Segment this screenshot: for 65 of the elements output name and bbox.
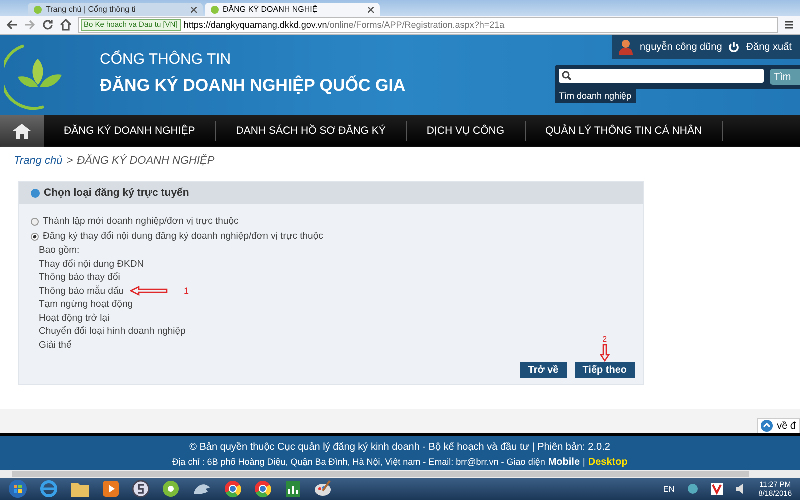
browser-round-icon[interactable] (224, 480, 242, 498)
start-orb-icon[interactable] (8, 479, 28, 499)
back-arrow-icon[interactable] (6, 19, 18, 31)
annotation-arrow (600, 344, 610, 362)
included-item: Tạm ngừng hoạt động (39, 298, 134, 312)
nav-menu-item[interactable]: ĐĂNG KÝ DOANH NGHIỆP (44, 125, 216, 137)
chart-document-icon[interactable] (284, 480, 302, 498)
home-icon (12, 123, 32, 139)
logout-link[interactable]: Đăng xuất (746, 42, 792, 52)
user-name[interactable]: nguyễn công dũng (640, 42, 722, 52)
browser-tab[interactable]: Trang chủ | Cổng thông ti (28, 3, 203, 16)
search-field[interactable] (559, 69, 764, 83)
annotation-arrow (130, 286, 170, 296)
close-icon[interactable] (191, 6, 197, 12)
search-hint: Tìm doanh nghiệp (555, 89, 636, 103)
radio-button[interactable] (31, 232, 39, 240)
annotation-number: 2 (602, 336, 608, 344)
reload-icon[interactable] (42, 19, 54, 31)
included-item: Giải thể (39, 338, 72, 352)
home-icon[interactable] (60, 19, 72, 31)
breadcrumb-link[interactable]: Trang chủ (14, 155, 63, 167)
copyright-text: © Bản quyền thuộc Cục quản lý đăng ký kinh doanh - Bộ kế hoạch và đầu tư | Phiên bản: 2.0.2 (188, 442, 612, 454)
included-item: Hoạt động trở lại (39, 312, 110, 325)
portal-subtitle: CỔNG THÔNG TIN (100, 51, 232, 68)
back-to-top-link[interactable]: về đ (757, 418, 800, 434)
included-item: Thông báo thay đổi (39, 271, 120, 284)
included-item: Chuyển đổi loại hình doanh nghiệp (39, 325, 186, 338)
v-logo-icon[interactable] (710, 483, 723, 495)
url-text: https://dangkyquamang.dkkd.gov.vn/online/Forms/APP/Registration.aspx?h=21a (184, 20, 505, 30)
link-divider: | (583, 457, 586, 467)
breadcrumb-current: ĐĂNG KÝ DOANH NGHIỆP (77, 155, 215, 167)
play-icon[interactable] (102, 480, 120, 498)
menu-icon[interactable] (784, 20, 794, 30)
nav-menu-item[interactable]: DỊCH VỤ CÔNG (406, 125, 524, 137)
paint-palette-icon[interactable] (314, 480, 332, 498)
panel-title: Chọn loại đăng ký trực tuyến (44, 187, 190, 199)
option-label[interactable]: Đăng ký thay đổi nội dung đăng ký doanh nghiệp/đơn vị trực thuộc (43, 231, 324, 242)
address-text: Địa chỉ : 6B phố Hoàng Diệu, Quận Ba Đình, Hà Nội, Việt nam - Email: brr@brr.vn - Giao diện (172, 457, 546, 467)
search-icon (562, 71, 572, 81)
horizontal-scrollbar[interactable] (0, 470, 800, 478)
nav-menu-item[interactable]: QUẢN LÝ THÔNG TIN CÁ NHÂN (526, 125, 722, 137)
includes-label: Bao gồm: (39, 244, 81, 258)
radio-button[interactable] (31, 218, 39, 226)
folder-icon[interactable] (70, 480, 90, 498)
language-indicator[interactable]: EN (664, 484, 675, 494)
annotation-number: 1 (184, 286, 190, 296)
form-button[interactable]: Tiếp theo (574, 362, 635, 378)
s-logo-icon[interactable] (132, 480, 150, 498)
browser-round-icon[interactable] (254, 480, 272, 498)
nav-menu-item[interactable]: DANH SÁCH HỒ SƠ ĐĂNG KÝ (216, 125, 406, 137)
browser-tab[interactable]: ĐĂNG KÝ DOANH NGHIỆ (205, 3, 380, 16)
home-nav-button[interactable] (0, 115, 44, 147)
mobile-link[interactable]: Mobile (548, 457, 580, 468)
included-item: Thay đổi nội dung ĐKDN (39, 258, 144, 271)
breadcrumb-separator: > (66, 155, 74, 167)
user-avatar-icon (618, 39, 634, 55)
portal-title: ĐĂNG KÝ DOANH NGHIỆP QUỐC GIA (100, 76, 406, 96)
form-button[interactable]: Trở về (520, 362, 567, 378)
close-icon[interactable] (368, 6, 374, 12)
ring-app-icon[interactable] (162, 480, 180, 498)
included-item: Thông báo mẫu dấu (39, 284, 124, 298)
desktop-link[interactable]: Desktop (588, 457, 628, 468)
option-label[interactable]: Thành lập mới doanh nghiệp/đơn vị trực thuộc (43, 216, 239, 227)
power-icon[interactable] (728, 41, 740, 53)
browser-e-icon[interactable] (40, 480, 58, 498)
